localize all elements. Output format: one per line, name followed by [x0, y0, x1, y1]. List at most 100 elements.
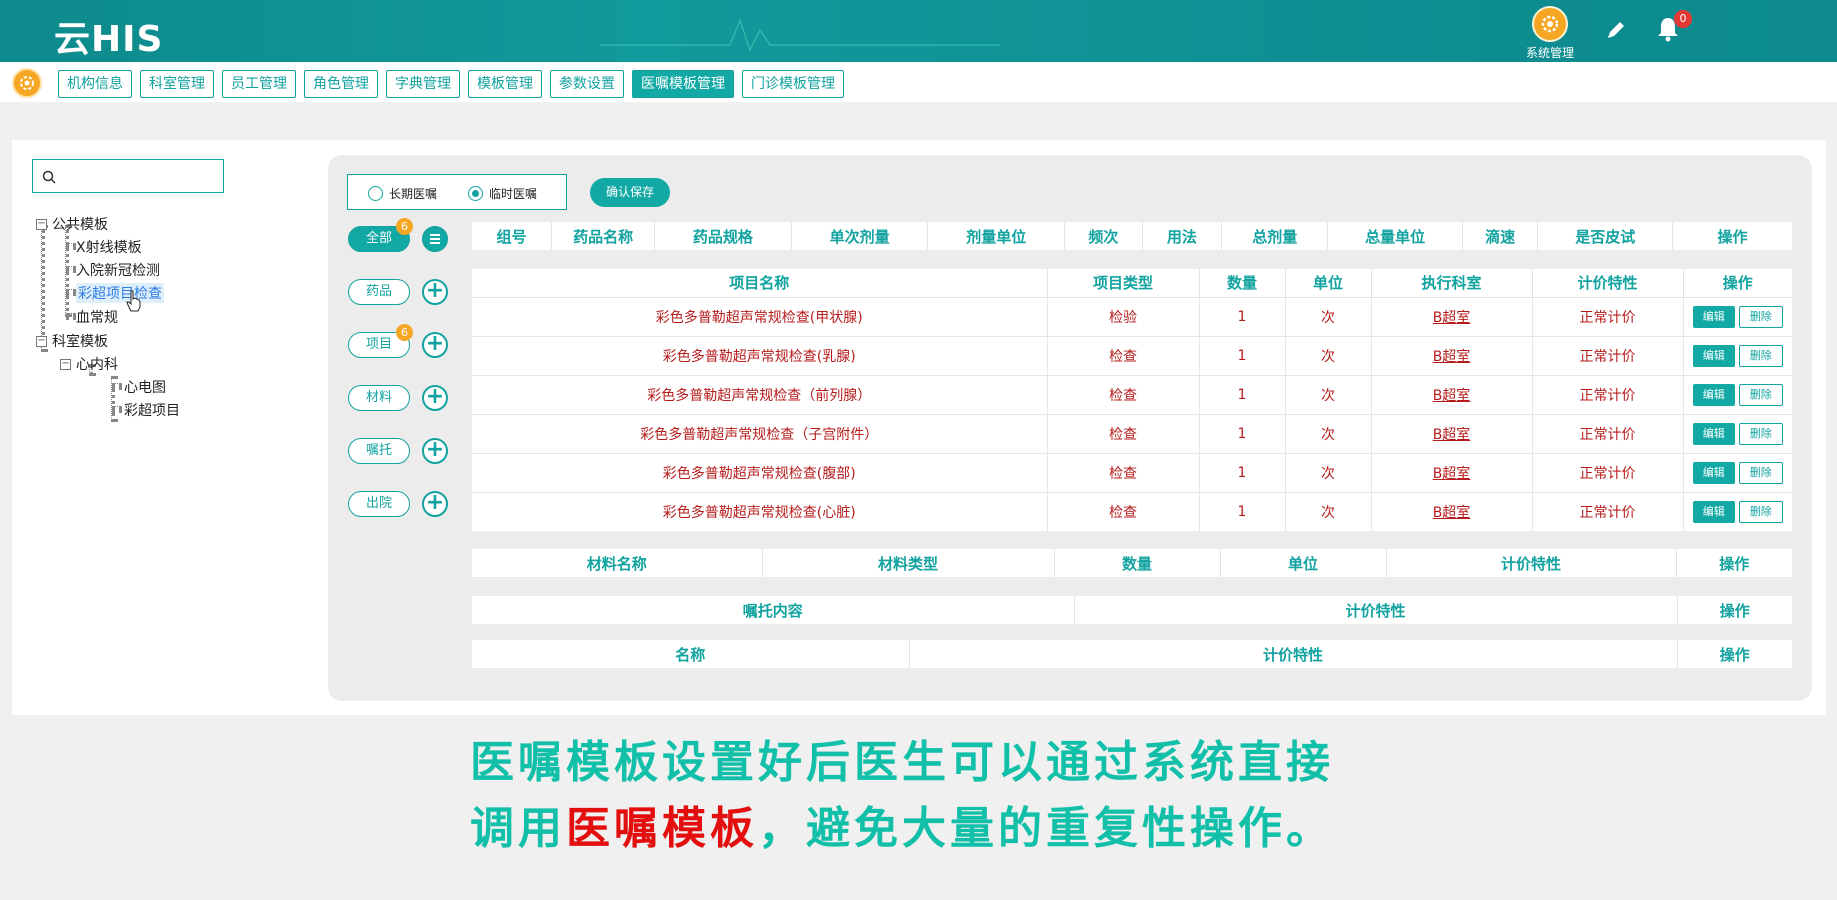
category-entrust[interactable]: 嘱托	[348, 438, 410, 464]
add-discharge-plus-icon[interactable]: +	[422, 491, 448, 517]
tree-public-root[interactable]: 公共模板	[52, 214, 108, 234]
edit-button[interactable]: 编辑	[1692, 383, 1735, 406]
app-header: 云HIS 系统管理 0	[0, 0, 1837, 62]
edit-button[interactable]: 编辑	[1692, 500, 1735, 523]
temporary-radio[interactable]: 临时医嘱	[468, 185, 537, 202]
column-header: 项目类型	[1047, 269, 1200, 297]
collapse-toggle[interactable]: −	[60, 359, 71, 370]
nav-tab[interactable]: 参数设置	[550, 70, 624, 98]
column-header: 嘱托内容	[472, 596, 1075, 624]
add-drug-plus-icon[interactable]: +	[422, 279, 448, 305]
tree-guide	[66, 243, 76, 247]
category-drug[interactable]: 药品	[348, 279, 410, 305]
delete-button[interactable]: 删除	[1738, 383, 1783, 406]
temporary-label: 临时医嘱	[489, 187, 538, 201]
tree-item[interactable]: X射线模板	[76, 237, 142, 257]
tree-search-input[interactable]	[32, 159, 224, 193]
system-management-button[interactable]: 系统管理	[1524, 6, 1576, 61]
tree-item-selected[interactable]: 彩超项目检查	[76, 283, 164, 303]
add-material-plus-icon[interactable]: +	[422, 385, 448, 411]
nav-tab[interactable]: 医嘱模板管理	[632, 70, 734, 98]
table-row: 彩色多普勒超声常规检查(心脏) 检查 1 次 B超室 正常计价 编辑 删除	[472, 491, 1792, 531]
app-logo: 云HIS	[54, 19, 164, 60]
table-cell: 检查	[1047, 374, 1200, 414]
table-cell: B超室	[1371, 296, 1533, 336]
table-cell: 正常计价	[1532, 374, 1684, 414]
drug-table-header: 组号 药品名称 药品规格 单次剂量 剂量单位 频次 用法 总剂量 总量单位 滴速 是否皮试 操作	[472, 222, 1792, 250]
tree-guide	[41, 225, 45, 352]
tree-dept-root[interactable]: 科室模板	[52, 331, 108, 351]
caption-line-2: 调用医嘱模板，避免大量的重复性操作。	[470, 792, 1334, 856]
table-cell: 检验	[1047, 296, 1200, 336]
collapse-toggle[interactable]: −	[36, 219, 47, 230]
column-header: 数量	[1199, 269, 1286, 297]
column-header: 执行科室	[1371, 269, 1533, 297]
long-term-label: 长期医嘱	[389, 187, 438, 201]
tree-dept-child[interactable]: 心内科	[76, 354, 118, 374]
table-cell: B超室	[1371, 374, 1533, 414]
table-cell: 次	[1285, 374, 1372, 414]
table-cell: B超室	[1371, 491, 1533, 531]
edit-button[interactable]: 编辑	[1692, 344, 1735, 367]
column-header: 总剂量	[1221, 222, 1329, 250]
table-cell: 检查	[1047, 491, 1200, 531]
edit-button[interactable]: 编辑	[1692, 422, 1735, 445]
tree-item[interactable]: 彩超项目	[100, 400, 180, 420]
tree-item[interactable]: 入院新冠检测	[76, 260, 160, 280]
column-header: 名称	[472, 640, 910, 668]
column-header: 操作	[1676, 549, 1792, 577]
collapse-toggle[interactable]: −	[36, 336, 47, 347]
caption-line-1: 医嘱模板设置好后医生可以通过系统直接	[470, 737, 1334, 788]
row-actions: 编辑 删除	[1683, 374, 1792, 414]
confirm-save-button[interactable]: 确认保存	[590, 178, 670, 207]
discharge-table: 名称 计价特性 操作	[472, 640, 1792, 668]
row-actions: 编辑 删除	[1683, 491, 1792, 531]
nav-tab[interactable]: 机构信息	[58, 70, 132, 98]
add-entrust-plus-icon[interactable]: +	[422, 438, 448, 464]
tree-guide	[66, 313, 76, 317]
nav-tab[interactable]: 角色管理	[304, 70, 378, 98]
delete-button[interactable]: 删除	[1738, 461, 1783, 484]
table-cell: 检查	[1047, 452, 1200, 492]
add-item-plus-icon[interactable]: +	[422, 332, 448, 358]
tree-item[interactable]: 心电图	[100, 377, 166, 397]
top-nav: 机构信息 科室管理 员工管理 角色管理 字典管理 模板管理 参数设置 医嘱模板管理 门诊模板管理	[0, 62, 1837, 102]
column-header: 计价特性	[1074, 596, 1678, 624]
column-header: 组号	[472, 222, 553, 250]
entrust-table-header: 嘱托内容 计价特性 操作	[472, 596, 1792, 624]
nav-tab[interactable]: 模板管理	[468, 70, 542, 98]
delete-button[interactable]: 删除	[1738, 422, 1783, 445]
column-header: 单次剂量	[791, 222, 929, 250]
table-cell: 1	[1199, 335, 1286, 375]
caption-highlight: 医嘱模板	[566, 803, 758, 854]
table-row: 彩色多普勒超声常规检查(乳腺) 检查 1 次 B超室 正常计价 编辑 删除	[472, 335, 1792, 375]
table-cell: 次	[1285, 335, 1372, 375]
category-material[interactable]: 材料	[348, 385, 410, 411]
column-header: 单位	[1220, 549, 1387, 577]
edit-button[interactable]: 编辑	[1692, 305, 1735, 328]
nav-tab[interactable]: 字典管理	[386, 70, 460, 98]
delete-button[interactable]: 删除	[1738, 500, 1783, 523]
edit-button[interactable]: 编辑	[1692, 461, 1735, 484]
table-cell: 正常计价	[1532, 491, 1684, 531]
column-header: 总量单位	[1327, 222, 1463, 250]
table-cell: B超室	[1371, 413, 1533, 453]
radio-dot-checked	[468, 186, 483, 201]
menu-icon[interactable]	[422, 226, 448, 252]
long-term-radio[interactable]: 长期医嘱	[368, 185, 437, 202]
table-cell: 1	[1199, 296, 1286, 336]
tree-item[interactable]: 血常规	[76, 307, 118, 327]
table-cell: 1	[1199, 452, 1286, 492]
pencil-icon[interactable]	[1604, 18, 1628, 42]
table-row: 彩色多普勒超声常规检查(甲状腺) 检验 1 次 B超室 正常计价 编辑 删除	[472, 296, 1792, 336]
nav-tab[interactable]: 科室管理	[140, 70, 214, 98]
settings-gear-icon[interactable]	[12, 68, 42, 98]
nav-tab[interactable]: 门诊模板管理	[742, 70, 844, 98]
table-cell: 正常计价	[1532, 452, 1684, 492]
table-cell: 彩色多普勒超声常规检查(乳腺)	[472, 335, 1048, 375]
delete-button[interactable]: 删除	[1738, 305, 1783, 328]
nav-tab[interactable]: 员工管理	[222, 70, 296, 98]
category-discharge[interactable]: 出院	[348, 491, 410, 517]
discharge-table-header: 名称 计价特性 操作	[472, 640, 1792, 668]
delete-button[interactable]: 删除	[1738, 344, 1783, 367]
